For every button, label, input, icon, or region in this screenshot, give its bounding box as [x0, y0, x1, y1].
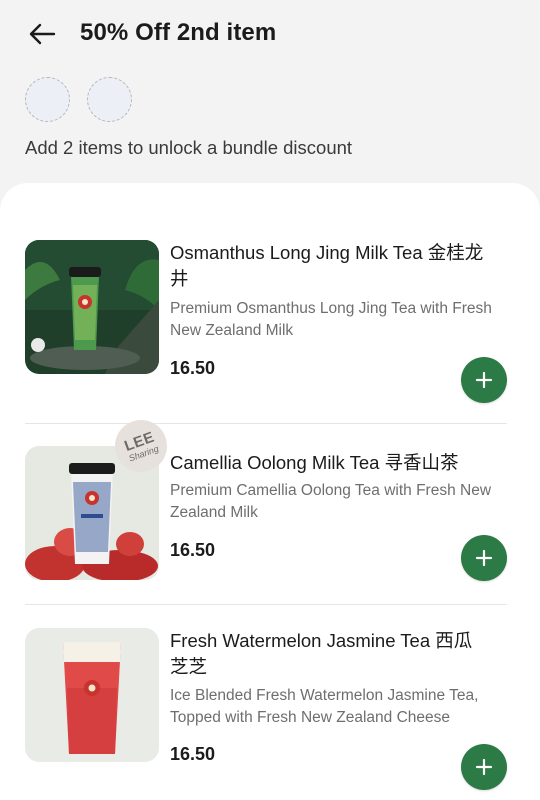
page-title: 50% Off 2nd item	[80, 19, 277, 46]
divider	[25, 423, 507, 424]
product-description: Ice Blended Fresh Watermelon Jasmine Tea…	[170, 687, 479, 726]
add-item-button[interactable]	[461, 535, 507, 581]
divider	[25, 604, 507, 605]
product-item-camellia[interactable]: LEE Sharing Camellia Oolong Milk Tea 寻香山…	[25, 412, 507, 586]
product-price: 16.50	[170, 744, 216, 764]
add-item-button[interactable]	[461, 357, 507, 403]
product-price: 16.50	[170, 540, 216, 560]
bundle-message: Add 2 items to unlock a bundle discount	[25, 137, 353, 158]
product-item-osmanthus[interactable]: Osmanthus Long Jing Milk Tea 金桂龙井 Premiu…	[25, 240, 507, 403]
plus-icon	[475, 549, 493, 567]
header: 50% Off 2nd item	[0, 0, 540, 70]
product-name: Osmanthus Long Jing Milk Tea 金桂龙井	[170, 242, 484, 289]
product-description: Premium Osmanthus Long Jing Tea with Fre…	[170, 300, 492, 339]
product-description: Premium Camellia Oolong Tea with Fresh N…	[170, 482, 492, 521]
bundle-slot-empty	[25, 77, 70, 122]
plus-icon	[475, 371, 493, 389]
product-item-watermelon[interactable]: Fresh Watermelon Jasmine Tea 西瓜芝芝 Ice Bl…	[25, 628, 507, 790]
back-button[interactable]	[22, 16, 62, 52]
watermelon-cup-image	[25, 628, 159, 762]
plus-icon	[475, 758, 493, 776]
osmanthus-cup-image	[25, 240, 159, 374]
product-name: Fresh Watermelon Jasmine Tea 西瓜芝芝	[170, 630, 473, 677]
product-name: Camellia Oolong Milk Tea 寻香山茶	[170, 452, 459, 473]
bundle-slots	[25, 77, 132, 122]
product-price: 16.50	[170, 358, 216, 378]
bundle-slot-empty	[87, 77, 132, 122]
add-item-button[interactable]	[461, 744, 507, 790]
arrow-left-icon	[29, 23, 56, 45]
